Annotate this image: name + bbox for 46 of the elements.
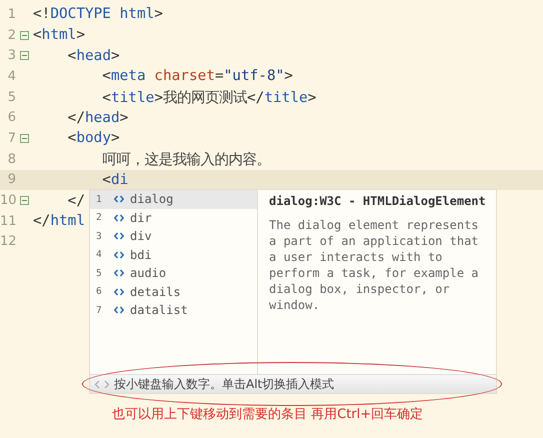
- annotation-text: 也可以用上下键移动到需要的条目 再用Ctrl+回车确定: [112, 406, 424, 423]
- code-line: <!DOCTYPE html>: [33, 6, 163, 22]
- tag-icon: [114, 288, 124, 296]
- detail-description: The dialog element represents a part of an application that a user interacts with to perform a task, for example a dialog box, inspector, or window.: [269, 217, 480, 313]
- fold-icon[interactable]: [20, 134, 29, 143]
- tag-icon: [114, 306, 124, 314]
- code-line: </html: [33, 213, 85, 230]
- hint-text: 按小键盘输入数字。单击Alt切换插入模式: [114, 376, 334, 392]
- code-line: <body>: [66, 130, 120, 146]
- detail-title: dialog:W3C - HTMLDialogElement: [269, 194, 486, 208]
- suggestion-item[interactable]: 3 div: [90, 227, 257, 246]
- suggestion-item[interactable]: 4 bdi: [90, 246, 257, 264]
- suggestion-item[interactable]: 2 dir: [90, 208, 257, 227]
- line-number: 7: [6, 130, 16, 146]
- line-number: 4: [6, 68, 16, 84]
- suggestion-item[interactable]: 1 dialog: [90, 190, 257, 208]
- line-number: 1: [6, 6, 16, 22]
- line-number: 5: [6, 90, 16, 105]
- code-line: <head>: [66, 48, 120, 64]
- fold-icon[interactable]: [20, 30, 29, 40]
- suggestion-item[interactable]: 6 details: [90, 282, 257, 301]
- code-line: <meta charset="utf-8">: [101, 68, 293, 84]
- code-line: <di: [101, 172, 128, 188]
- code-line: <html>: [33, 27, 85, 44]
- suggestion-item[interactable]: 5 audio: [90, 264, 257, 282]
- line-number: 6: [6, 110, 16, 126]
- tag-icon: [114, 232, 124, 240]
- code-line: 呵呵，这是我输入的内容。: [101, 150, 270, 169]
- tag-icon: [114, 195, 124, 204]
- fold-icon[interactable]: [20, 51, 29, 60]
- line-number: 8: [6, 152, 16, 167]
- line-number: 10: [0, 193, 16, 208]
- suggestion-item[interactable]: 7 datalist: [90, 301, 257, 320]
- line-number: 11: [0, 214, 16, 229]
- tag-icon: [114, 250, 124, 259]
- fold-icon[interactable]: [20, 196, 29, 206]
- tag-icon: [114, 214, 124, 222]
- line-number: 12: [0, 234, 16, 250]
- prev-next-icon[interactable]: [94, 380, 110, 388]
- code-line: </head>: [66, 110, 128, 126]
- tag-icon: [114, 269, 124, 278]
- code-line: </: [66, 192, 85, 209]
- code-line: <title>我的网页测试</title>: [101, 88, 316, 107]
- line-number: 3: [6, 48, 16, 64]
- line-number: 9: [6, 172, 16, 188]
- line-number: 2: [6, 28, 16, 43]
